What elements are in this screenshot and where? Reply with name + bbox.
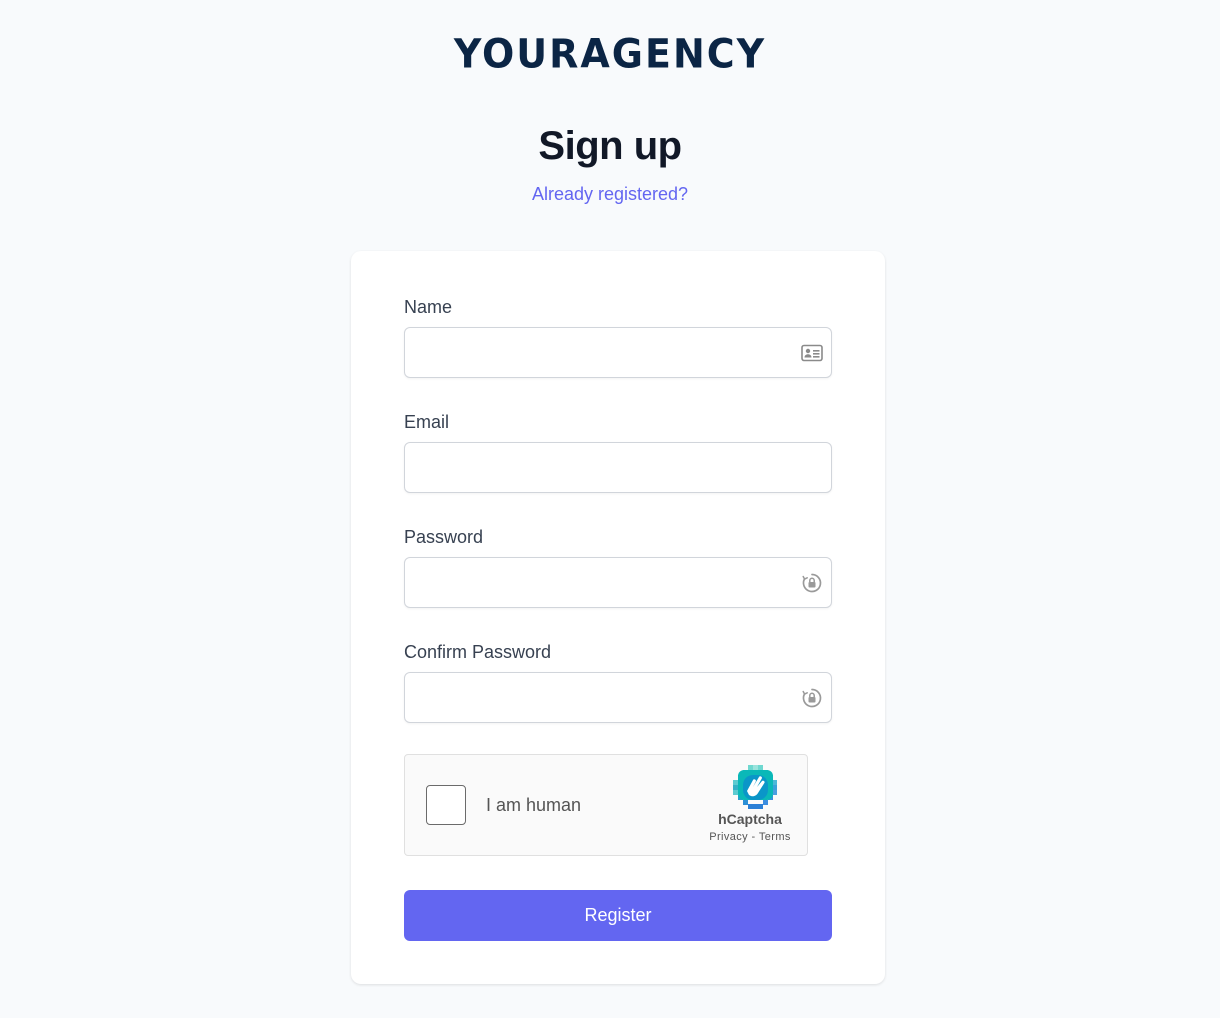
name-field-wrapper [404, 327, 832, 378]
email-label: Email [404, 412, 450, 432]
captcha-brand: hCaptcha [718, 811, 782, 827]
hcaptcha-widget: I am human hCaptcha Privacy - Terms [404, 754, 808, 856]
name-label: Name [404, 297, 453, 317]
name-input[interactable] [405, 328, 831, 377]
page-title: Sign up [538, 124, 682, 168]
contact-card-icon[interactable] [801, 342, 823, 364]
captcha-checkbox[interactable] [426, 785, 466, 825]
password-input[interactable] [405, 558, 831, 607]
already-registered-link[interactable]: Already registered? [0, 184, 1220, 205]
email-input[interactable] [405, 443, 831, 492]
confirm-password-input[interactable] [405, 673, 831, 722]
password-manager-lock-icon[interactable] [801, 572, 823, 594]
confirm-password-label: Confirm Password [404, 642, 552, 662]
password-field-wrapper [404, 557, 832, 608]
captcha-label: I am human [486, 795, 582, 815]
email-field-wrapper [404, 442, 832, 493]
signup-card: Name Email Password Confirm Password I a… [351, 251, 885, 984]
password-label: Password [404, 527, 484, 547]
hcaptcha-logo-icon [733, 765, 777, 809]
password-manager-lock-icon[interactable] [801, 687, 823, 709]
agency-logo: YOURAGENCY [453, 30, 767, 78]
confirm-password-field-wrapper [404, 672, 832, 723]
captcha-privacy-terms-links[interactable]: Privacy - Terms [695, 831, 805, 843]
register-button[interactable]: Register [404, 890, 832, 941]
